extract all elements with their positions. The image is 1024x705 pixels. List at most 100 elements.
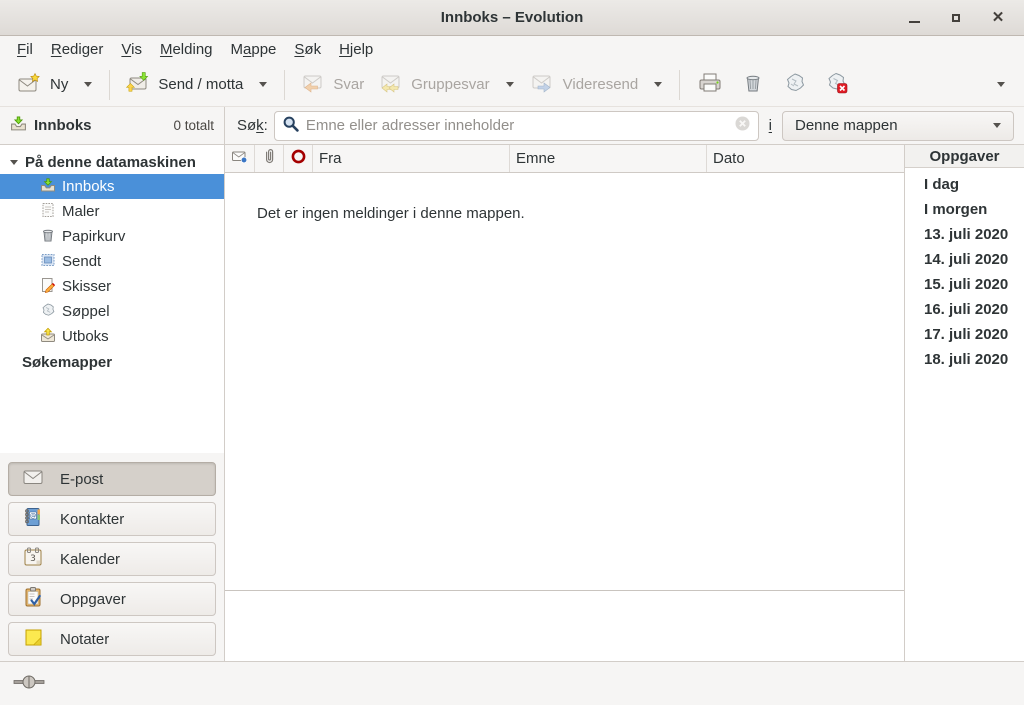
close-button[interactable]: ✕ [990,10,1006,26]
group-reply-dropdown[interactable] [497,77,523,92]
not-junk-button[interactable] [816,65,858,105]
statusbar [0,661,1024,705]
sidebar-item-papirkurv[interactable]: Papirkurv [0,224,224,249]
sidebar-item-label: Innboks [62,178,115,195]
send-receive-button[interactable]: Send / motta [118,66,250,104]
priority-column-header[interactable] [284,145,313,172]
from-column-header[interactable]: Fra [313,145,510,172]
switcher-contacts-button[interactable]: @ Kontakter [8,502,216,536]
menu-melding[interactable]: Melding [151,38,222,61]
message-count: 0 totalt [173,118,214,133]
menu-mappe[interactable]: Mappe [222,38,286,61]
forward-icon [530,71,554,99]
new-message-button[interactable]: Ny [10,66,75,104]
task-group-today[interactable]: I dag [905,172,1024,197]
reply-button[interactable]: Svar [293,66,371,104]
window-title: Innboks – Evolution [441,9,584,26]
task-group-date[interactable]: 16. juli 2020 [905,297,1024,322]
toolbar-overflow-button[interactable] [988,77,1014,92]
send-receive-dropdown[interactable] [250,77,276,92]
sidebar-item-label: Utboks [62,328,109,345]
mail-icon [22,466,44,492]
sidebar-item-utboks[interactable]: Utboks [0,324,224,349]
component-switcher: E-post @ Kontakter 3 Kalender Oppgaver N… [0,453,224,661]
menu-hjelp[interactable]: Hjelp [330,38,382,61]
switcher-label: Kontakter [60,511,124,528]
menu-rediger[interactable]: Rediger [42,38,113,61]
subject-column-header[interactable]: Emne [510,145,707,172]
clear-icon[interactable] [734,115,751,136]
search-input[interactable] [306,117,728,134]
switcher-mail-button[interactable]: E-post [8,462,216,496]
inbox-icon [10,115,27,136]
forward-button[interactable]: Videresend [523,66,646,104]
tree-root-on-this-computer[interactable]: På denne datamaskinen [0,150,224,174]
titlebar[interactable]: Innboks – Evolution ✕ [0,0,1024,36]
trash-icon [40,227,56,247]
message-list-header: Fra Emne Dato [225,145,904,173]
current-folder-name: Innboks [34,117,92,134]
minimize-button[interactable] [906,10,922,26]
calendar-icon: 3 [22,546,44,572]
menu-fil[interactable]: Fil [8,38,42,61]
task-group-date[interactable]: 17. juli 2020 [905,322,1024,347]
junk-icon [783,71,807,99]
task-list: I dag I morgen 13. juli 2020 14. juli 20… [905,168,1024,372]
sidebar-item-innboks[interactable]: Innboks [0,174,224,199]
task-group-tomorrow[interactable]: I morgen [905,197,1024,222]
expander-icon[interactable] [10,160,18,165]
sidebar-item-label: Papirkurv [62,228,125,245]
sent-icon [40,252,56,272]
sidebar-item-label: Skisser [62,278,111,295]
svg-text:@: @ [30,511,37,519]
menu-sok[interactable]: Søk [285,38,330,61]
print-button[interactable] [688,65,732,105]
group-reply-icon [378,71,402,99]
empty-folder-text: Det er ingen meldinger i denne mappen. [257,205,525,222]
task-pane-header[interactable]: Oppgaver [905,145,1024,168]
sidebar-item-label: Søppel [62,303,110,320]
sidebar-item-label: Maler [62,203,100,220]
sidebar-item-maler[interactable]: Maler [0,199,224,224]
not-junk-icon [825,71,849,99]
junk-button[interactable] [774,65,816,105]
switcher-tasks-button[interactable]: Oppgaver [8,582,216,616]
evolution-window: Innboks – Evolution ✕ Fil Rediger Vis Me… [0,0,1024,705]
message-list-body[interactable]: Det er ingen meldinger i denne mappen. [225,173,904,590]
task-group-date[interactable]: 18. juli 2020 [905,347,1024,372]
drafts-icon [40,277,56,297]
switcher-label: Oppgaver [60,591,126,608]
print-icon [697,71,723,99]
task-group-date[interactable]: 14. juli 2020 [905,247,1024,272]
attachment-column-header[interactable] [255,145,284,172]
task-group-date[interactable]: 15. juli 2020 [905,272,1024,297]
reply-label: Svar [333,76,364,93]
new-message-dropdown[interactable] [75,77,101,92]
switcher-label: Notater [60,631,109,648]
sidebar-item-skisser[interactable]: Skisser [0,274,224,299]
sidebar-item-soppel[interactable]: Søppel [0,299,224,324]
switcher-calendar-button[interactable]: 3 Kalender [8,542,216,576]
date-column-header[interactable]: Dato [707,145,904,172]
forward-dropdown[interactable] [645,77,671,92]
group-reply-button[interactable]: Gruppesvar [371,66,496,104]
maximize-button[interactable] [948,10,964,26]
tree-root-search-folders[interactable]: Søkemapper [0,349,224,375]
search-label: Søk: [237,117,268,134]
task-group-date[interactable]: 13. juli 2020 [905,222,1024,247]
switcher-notes-button[interactable]: Notater [8,622,216,656]
contacts-icon: @ [22,506,44,532]
junk-icon [40,302,56,322]
sidebar-item-sendt[interactable]: Sendt [0,249,224,274]
tree-root-label: På denne datamaskinen [25,154,196,171]
toolbar: Ny Send / motta Svar Gruppesvar Viderese… [0,63,1024,107]
delete-button[interactable] [732,65,774,105]
menu-vis[interactable]: Vis [112,38,151,61]
current-folder-header: Innboks 0 totalt [0,107,225,144]
group-reply-label: Gruppesvar [411,76,489,93]
new-message-label: Ny [50,76,68,93]
preview-pane[interactable] [225,590,904,661]
search-scope-dropdown[interactable]: Denne mappen [782,111,1014,141]
read-status-column-header[interactable] [225,145,255,172]
online-status-icon[interactable] [13,674,45,694]
